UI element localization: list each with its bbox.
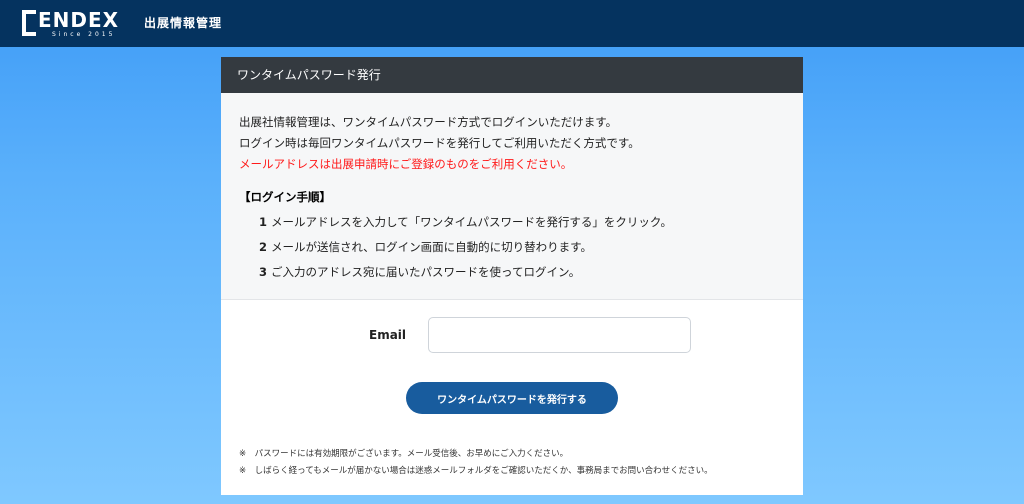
step-number: 3 [259,265,268,279]
logo-bracket-icon [22,10,36,36]
logo-since: Since 2015 [52,31,116,38]
note-spam: ※ しばらく経ってもメールが届かない場合は迷惑メールフォルダをご確認いただくか、… [239,466,713,476]
notes: ※ パスワードには有効期限がございます。メール受信後、お早めにご入力ください。 … [239,446,713,480]
info-panel: 出展社情報管理は、ワンタイムパスワード方式でログインいただけます。 ログイン時は… [221,93,803,300]
step-number: 1 [259,215,268,229]
card-title: ワンタイムパスワード発行 [221,57,803,93]
step-item: 1 メールアドレスを入力して「ワンタイムパスワードを発行する」をクリック。 [259,210,785,235]
steps-list: 1 メールアドレスを入力して「ワンタイムパスワードを発行する」をクリック。 2 メー… [239,210,785,285]
note-expiry: ※ パスワードには有効期限がございます。メール受信後、お早めにご入力ください。 [239,449,569,459]
intro-line-2: ログイン時は毎回ワンタイムパスワードを発行してご利用いただく方式です。 [239,136,640,150]
app-title: 出展情報管理 [144,16,223,30]
step-number: 2 [259,240,268,254]
top-bar: ENDEX Since 2015 出展情報管理 [0,0,1024,47]
intro-line-1: 出展社情報管理は、ワンタイムパスワード方式でログインいただけます。 [239,115,618,129]
steps-title: 【ログイン手順】 [239,190,331,204]
warning-text: メールアドレスは出展申請時にご登録のものをご利用ください。 [239,157,573,171]
step-text: ご入力のアドレス宛に届いたパスワードを使ってログイン。 [271,265,581,279]
otp-card: ワンタイムパスワード発行 出展社情報管理は、ワンタイムパスワード方式でログインい… [221,57,803,495]
email-input[interactable] [428,317,691,353]
site-logo[interactable]: ENDEX Since 2015 出展情報管理 [22,8,222,40]
step-text: メールアドレスを入力して「ワンタイムパスワードを発行する」をクリック。 [271,215,673,229]
step-item: 3 ご入力のアドレス宛に届いたパスワードを使ってログイン。 [259,260,785,285]
email-label: Email [369,328,407,342]
issue-otp-button[interactable]: ワンタイムパスワードを発行する [406,382,618,414]
step-text: メールが送信され、ログイン画面に自動的に切り替わります。 [271,240,592,254]
logo-word: ENDEX [38,8,120,32]
step-item: 2 メールが送信され、ログイン画面に自動的に切り替わります。 [259,235,785,260]
logo-mark: ENDEX Since 2015 [22,8,140,40]
email-row: Email [221,317,803,353]
